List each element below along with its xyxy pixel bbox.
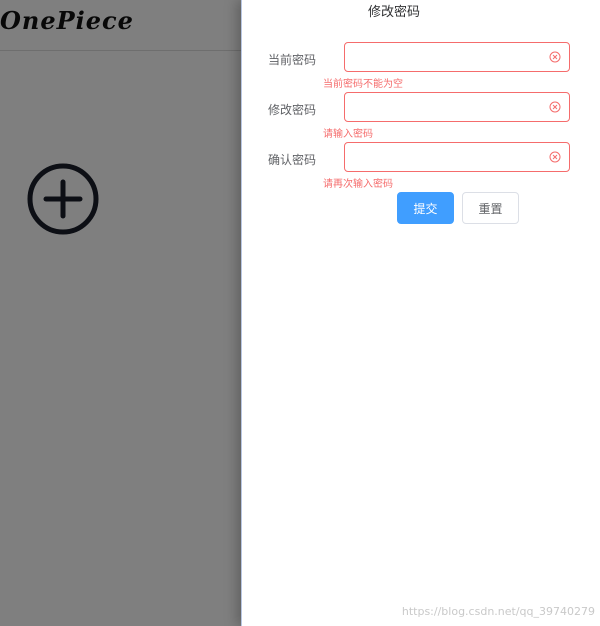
new-password-field-box — [344, 92, 570, 122]
new-password-label: 修改密码 — [268, 103, 317, 117]
form-row-new-password: 修改密码 — [242, 92, 600, 124]
clear-icon[interactable] — [549, 101, 561, 113]
form-row-current-password: 当前密码 — [242, 42, 600, 74]
clear-icon[interactable] — [549, 151, 561, 163]
confirm-password-error: 请再次输入密码 — [323, 179, 393, 190]
current-password-error: 当前密码不能为空 — [323, 79, 403, 90]
change-password-drawer: 修改密码 当前密码 当前密码不能为空 修改密码 请输入密码 确认密码 请再次输入… — [241, 0, 600, 626]
current-password-label: 当前密码 — [268, 53, 317, 67]
watermark: https://blog.csdn.net/qq_39740279 — [401, 605, 595, 618]
new-password-error: 请输入密码 — [323, 129, 373, 140]
confirm-password-input[interactable] — [345, 143, 565, 171]
clear-icon[interactable] — [549, 51, 561, 63]
submit-button[interactable]: 提交 — [397, 192, 454, 224]
new-password-input[interactable] — [345, 93, 565, 121]
confirm-password-field-box — [344, 142, 570, 172]
form-row-confirm-password: 确认密码 — [242, 142, 600, 174]
confirm-password-label: 确认密码 — [268, 153, 317, 167]
reset-button[interactable]: 重置 — [462, 192, 519, 224]
current-password-input[interactable] — [345, 43, 565, 71]
drawer-title: 修改密码 — [367, 5, 420, 20]
current-password-field-box — [344, 42, 570, 72]
